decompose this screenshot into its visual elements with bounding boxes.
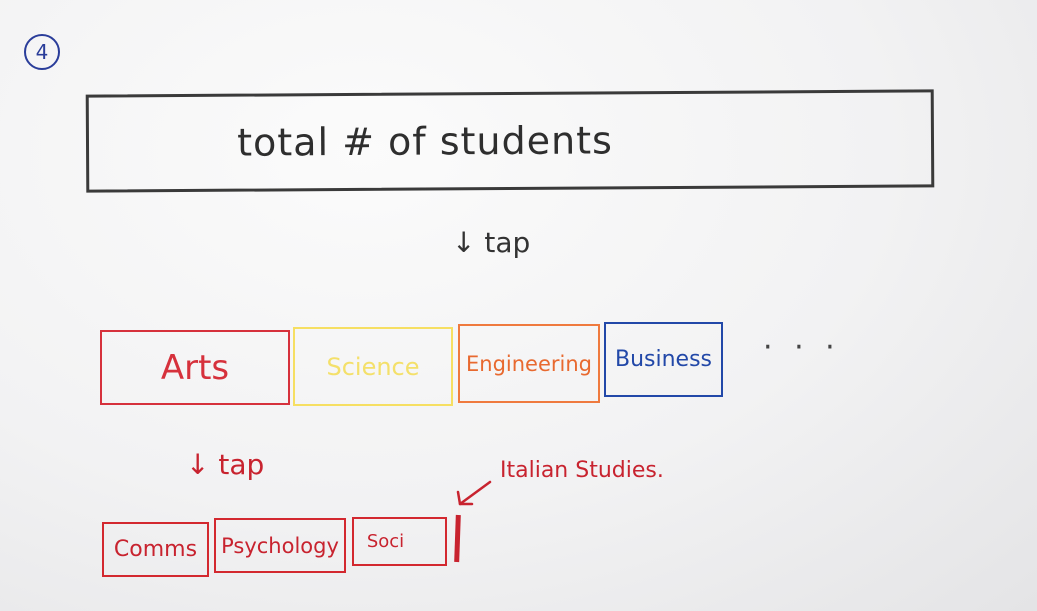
down-arrow-icon: ↓ (452, 226, 476, 259)
subject-box-soci[interactable]: Soci (352, 517, 447, 566)
faculty-box-business[interactable]: Business (604, 322, 723, 397)
subject-box-comms[interactable]: Comms (102, 522, 209, 577)
pointer-arrow-icon (456, 480, 492, 506)
step-number-badge: 4 (24, 34, 60, 70)
step-number: 4 (35, 40, 49, 64)
subject-label: Psychology (221, 533, 339, 558)
faculty-label: Business (614, 347, 712, 372)
tap-indicator-1: ↓ tap (452, 226, 530, 259)
faculty-label: Engineering (466, 351, 592, 376)
faculty-box-arts[interactable]: Arts (100, 330, 290, 405)
more-faculties-indicator: · · · (763, 330, 841, 365)
tap-label: tap (484, 226, 531, 259)
faculty-box-engineering[interactable]: Engineering (458, 324, 600, 403)
italian-studies-bar[interactable] (454, 514, 461, 563)
tap-indicator-2: ↓ tap (186, 448, 264, 481)
down-arrow-icon: ↓ (186, 448, 210, 481)
faculty-label: Arts (160, 347, 230, 388)
total-students-box[interactable]: total # of students (85, 89, 935, 193)
faculty-box-science[interactable]: Science (293, 327, 453, 406)
italian-studies-annotation: Italian Studies. (500, 458, 664, 483)
faculty-label: Science (326, 352, 420, 381)
tap-label: tap (218, 448, 265, 481)
subject-box-psychology[interactable]: Psychology (214, 518, 346, 573)
subject-label: Soci (366, 531, 405, 552)
subject-label: Comms (113, 537, 198, 562)
total-students-label: total # of students (237, 118, 613, 165)
